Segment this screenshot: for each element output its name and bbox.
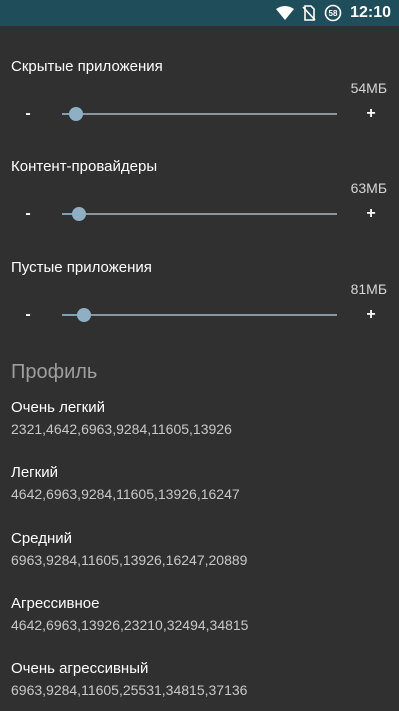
- slider-track[interactable]: [62, 207, 337, 221]
- profile-values: 4642,6963,13926,23210,32494,34815: [11, 617, 249, 633]
- slider-hidden-apps: Скрытые приложения 54МБ - +: [0, 58, 399, 148]
- profile-values: 4642,6963,9284,11605,13926,16247: [11, 486, 240, 502]
- profile-name: Легкий: [11, 464, 58, 481]
- slider-thumb[interactable]: [77, 308, 91, 322]
- status-bar: 58 12:10: [0, 0, 399, 26]
- decrease-button[interactable]: -: [18, 204, 38, 224]
- slider-track[interactable]: [62, 107, 337, 121]
- profile-item-aggressive[interactable]: Агрессивное 4642,6963,13926,23210,32494,…: [11, 595, 391, 633]
- profile-name: Очень агрессивный: [11, 660, 149, 677]
- profile-values: 6963,9284,11605,25531,34815,37136: [11, 682, 248, 698]
- clock: 12:10: [350, 4, 391, 21]
- wifi-icon: [276, 6, 295, 20]
- slider-value: 54МБ: [350, 80, 387, 96]
- no-sim-icon: [302, 5, 316, 21]
- profile-item-light[interactable]: Легкий 4642,6963,9284,11605,13926,16247: [11, 464, 391, 502]
- slider-track[interactable]: [62, 308, 337, 322]
- profile-name: Средний: [11, 530, 72, 547]
- decrease-button[interactable]: -: [18, 104, 38, 124]
- profile-item-very-light[interactable]: Очень легкий 2321,4642,6963,9284,11605,1…: [11, 399, 391, 437]
- increase-button[interactable]: +: [361, 104, 381, 124]
- increase-button[interactable]: +: [361, 305, 381, 325]
- profile-name: Агрессивное: [11, 595, 100, 612]
- status-badge-text: 58: [329, 9, 338, 18]
- slider-thumb[interactable]: [68, 107, 83, 121]
- slider-empty-apps: Пустые приложения 81МБ - +: [0, 259, 399, 349]
- data-saver-icon: 58: [324, 4, 342, 22]
- slider-value: 63МБ: [350, 180, 387, 196]
- slider-title: Скрытые приложения: [11, 58, 163, 75]
- settings-content: Скрытые приложения 54МБ - + Контент-пров…: [0, 26, 399, 711]
- increase-button[interactable]: +: [361, 204, 381, 224]
- slider-title: Контент-провайдеры: [11, 158, 158, 175]
- profile-item-very-aggressive[interactable]: Очень агрессивный 6963,9284,11605,25531,…: [11, 660, 391, 698]
- profile-name: Очень легкий: [11, 399, 105, 416]
- profile-values: 6963,9284,11605,13926,16247,20889: [11, 552, 248, 568]
- slider-value: 81МБ: [350, 281, 387, 297]
- slider-thumb[interactable]: [71, 207, 86, 221]
- slider-title: Пустые приложения: [11, 259, 152, 276]
- profile-values: 2321,4642,6963,9284,11605,13926: [11, 421, 232, 437]
- profile-section-header: Профиль: [11, 361, 98, 383]
- profile-item-medium[interactable]: Средний 6963,9284,11605,13926,16247,2088…: [11, 530, 391, 568]
- slider-content-providers: Контент-провайдеры 63МБ - +: [0, 158, 399, 248]
- decrease-button[interactable]: -: [18, 305, 38, 325]
